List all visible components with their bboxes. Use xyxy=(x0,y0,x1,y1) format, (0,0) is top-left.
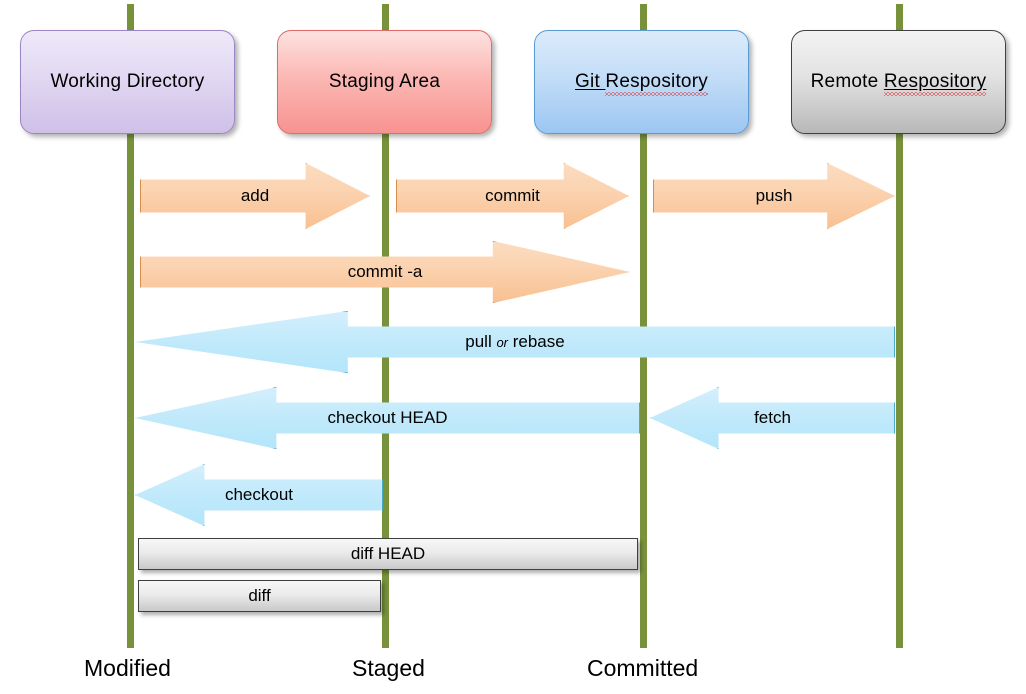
arrow-label-fetch: fetch xyxy=(754,408,791,427)
stage-box-working-directory[interactable]: Working Directory xyxy=(20,30,235,134)
stage-label-staging-area: Staging Area xyxy=(328,71,441,92)
arrow-fetch[interactable]: fetch xyxy=(650,387,895,449)
arrow-label-pull-part2: rebase xyxy=(508,332,565,351)
arrow-checkout[interactable]: checkout xyxy=(135,464,383,526)
arrow-label-add: add xyxy=(240,186,270,205)
arrow-label-commit-a: commit -a xyxy=(347,262,423,281)
arrow-label-commit: commit xyxy=(485,186,540,205)
arrow-commit[interactable]: commit xyxy=(396,163,629,229)
stage-label-remote-repository-misspelled-word: Respository xyxy=(883,71,987,96)
arrow-push[interactable]: push xyxy=(653,163,895,229)
state-label-staged: Staged xyxy=(352,655,425,681)
stage-label-git-repository: Git Respository xyxy=(575,71,708,96)
arrow-label-push: push xyxy=(755,186,793,205)
diff-bar-diff-head[interactable]: diff HEAD xyxy=(138,538,638,570)
arrow-label-pull-part1: pull xyxy=(465,332,497,351)
state-label-committed: Committed xyxy=(587,655,699,681)
stage-label-working-directory: Working Directory xyxy=(50,71,205,92)
git-workflow-diagram: Working Directory Staging Area Git Respo… xyxy=(0,0,1026,694)
arrow-label-checkout-head: checkout HEAD xyxy=(327,408,448,427)
arrow-label-checkout: checkout xyxy=(224,485,294,504)
diff-bar-diff[interactable]: diff xyxy=(138,580,381,612)
diff-bar-label-diff-head: diff HEAD xyxy=(350,544,426,563)
arrow-pull-or-rebase[interactable]: pull or rebase xyxy=(135,311,895,373)
state-label-modified: Modified xyxy=(84,655,171,681)
stage-label-git-repository-misspelled-word: Respository xyxy=(605,71,708,96)
stage-box-staging-area[interactable]: Staging Area xyxy=(277,30,492,134)
arrow-add[interactable]: add xyxy=(140,163,370,229)
diff-bar-label-diff: diff xyxy=(248,586,271,605)
stage-label-remote-repository-prefix: Remote xyxy=(810,71,884,92)
arrow-label-pull-or-rebase: pull or rebase xyxy=(465,332,564,352)
stage-box-git-repository[interactable]: Git Respository xyxy=(534,30,749,134)
stage-box-remote-repository[interactable]: Remote Respository xyxy=(791,30,1006,134)
stage-label-remote-repository: Remote Respository xyxy=(810,71,987,96)
stage-label-git-repository-prefix: Git xyxy=(575,71,606,92)
arrow-label-pull-or: or xyxy=(496,335,509,350)
